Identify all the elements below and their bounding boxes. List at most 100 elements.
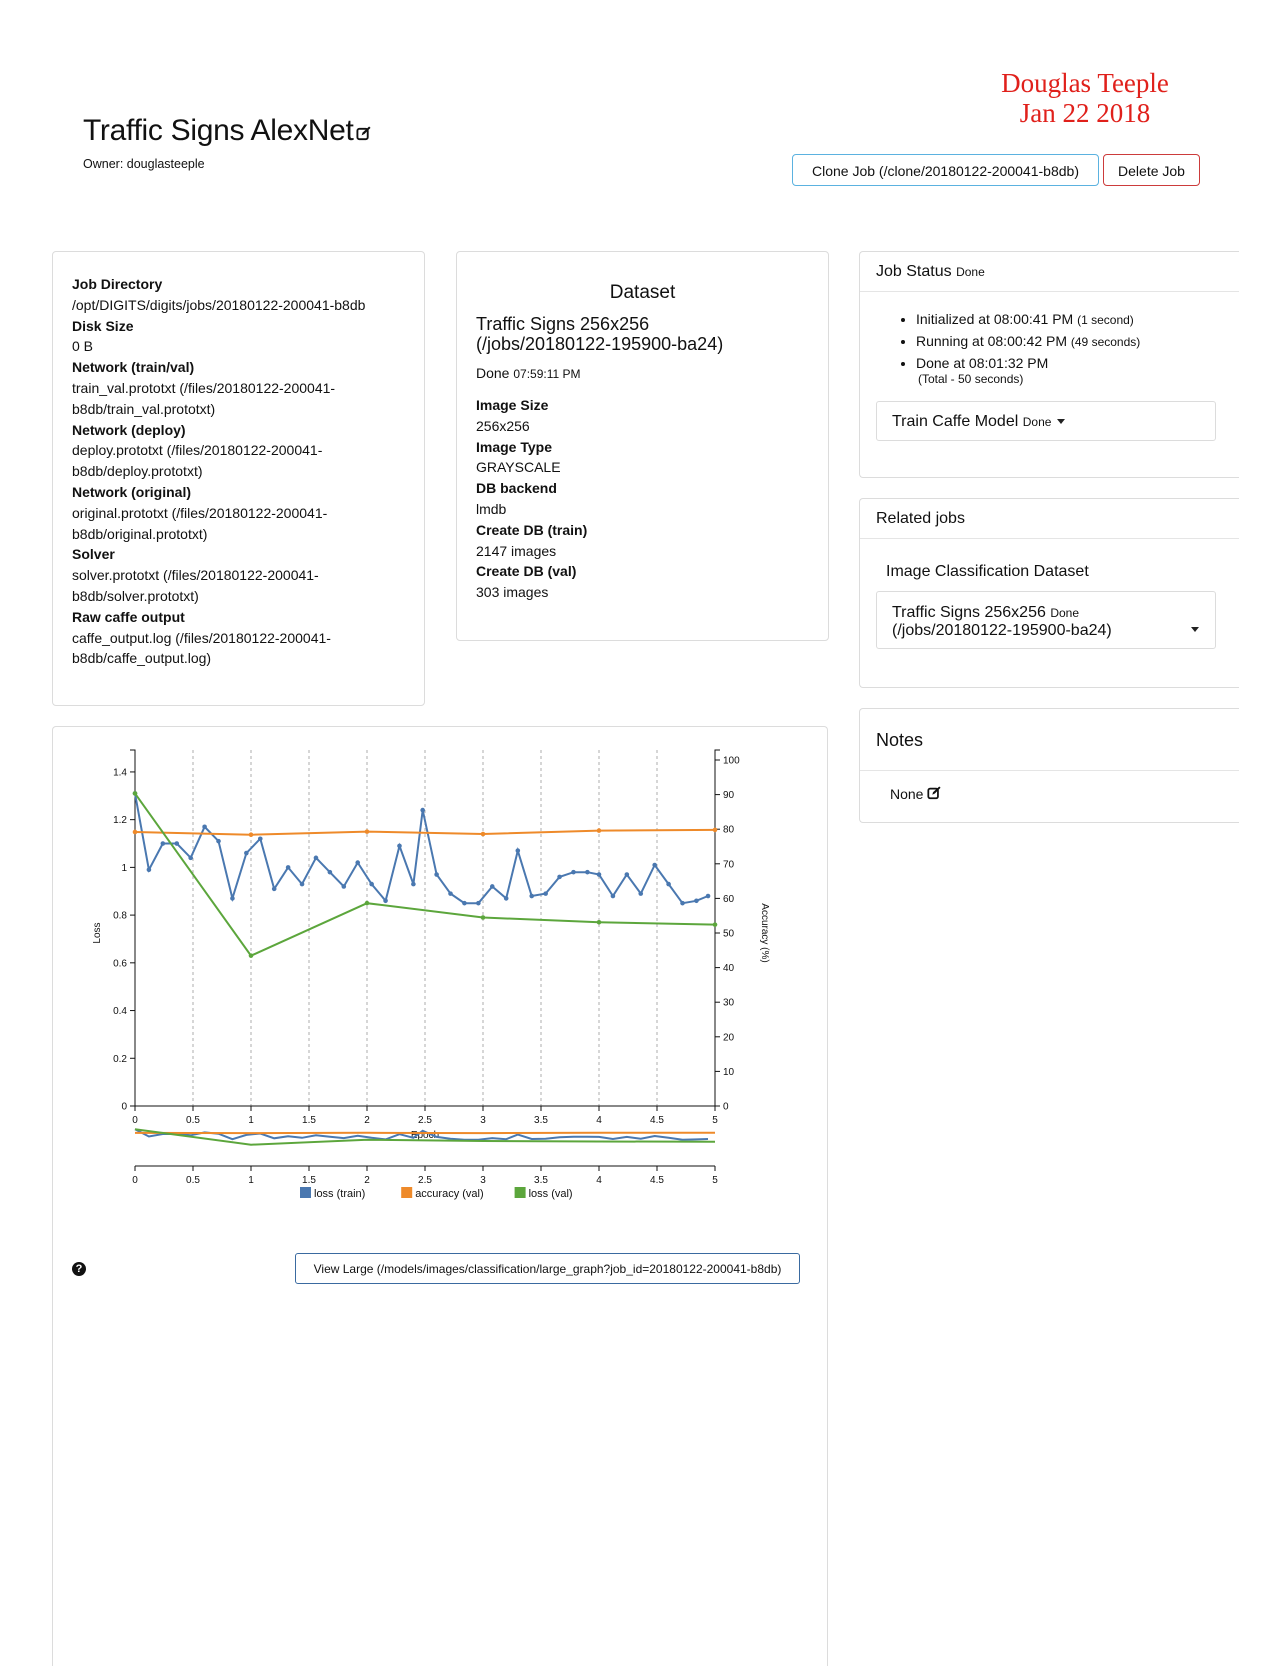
data-point-loss-train bbox=[557, 875, 562, 880]
related-jobs-title: Related jobs bbox=[860, 499, 1239, 539]
overview-x-tick-label: 2 bbox=[364, 1175, 370, 1186]
edit-icon[interactable] bbox=[356, 126, 371, 141]
job-info-list: Job Directory /opt/DIGITS/digits/jobs/20… bbox=[72, 274, 412, 669]
data-point-loss-train bbox=[680, 901, 685, 906]
job-status-header: Job Status Done bbox=[860, 252, 1239, 292]
legend-swatch bbox=[401, 1187, 412, 1198]
y-tick-label: 1.2 bbox=[113, 815, 127, 826]
y2-axis bbox=[715, 750, 720, 1106]
y2-tick-label: 100 bbox=[723, 756, 740, 767]
y2-tick-label: 70 bbox=[723, 859, 735, 870]
data-point-loss-val bbox=[713, 922, 718, 927]
caret-down-icon bbox=[1057, 419, 1065, 424]
job-directory-value: /opt/DIGITS/digits/jobs/20180122-200041-… bbox=[72, 295, 412, 316]
data-point-loss-train bbox=[397, 844, 402, 849]
dataset-link[interactable]: Traffic Signs 256x256 (/jobs/20180122-19… bbox=[476, 314, 816, 354]
image-type-value: GRAYSCALE bbox=[476, 457, 816, 478]
data-point-loss-train bbox=[652, 863, 657, 868]
data-point-loss-val bbox=[365, 901, 370, 906]
data-point-loss-train bbox=[258, 836, 263, 841]
x-tick-label: 1 bbox=[248, 1115, 254, 1126]
notes-content: None bbox=[890, 786, 941, 802]
data-point-loss-train bbox=[244, 851, 249, 856]
x-tick-label: 5 bbox=[712, 1115, 718, 1126]
network-trainval-link[interactable]: train_val.prototxt (/files/20180122-2000… bbox=[72, 378, 412, 420]
network-deploy-link[interactable]: deploy.prototxt (/files/20180122-200041-… bbox=[72, 440, 412, 482]
data-point-loss-train bbox=[230, 896, 235, 901]
data-point-loss-train bbox=[666, 882, 671, 887]
raw-caffe-output-label: Raw caffe output bbox=[72, 607, 412, 628]
y2-tick-label: 10 bbox=[723, 1067, 735, 1078]
job-status-panel: Job Status Done Initialized at 08:00:41 … bbox=[859, 251, 1239, 478]
db-backend-value: lmdb bbox=[476, 499, 816, 520]
x-tick-label: 2.5 bbox=[418, 1115, 432, 1126]
x-tick-label: 0.5 bbox=[186, 1115, 200, 1126]
network-original-link[interactable]: original.prototxt (/files/20180122-20004… bbox=[72, 503, 412, 545]
dataset-status-time: 07:59:11 PM bbox=[513, 367, 580, 381]
data-point-loss-train bbox=[202, 825, 207, 830]
train-task-dropdown[interactable]: Train Caffe Model Done bbox=[876, 401, 1216, 441]
legend-swatch bbox=[300, 1187, 311, 1198]
disk-size-label: Disk Size bbox=[72, 316, 412, 337]
data-point-loss-train bbox=[706, 894, 711, 899]
data-point-loss-train bbox=[355, 860, 360, 865]
data-point-loss-val bbox=[597, 920, 602, 925]
legend-label: loss (train) bbox=[314, 1188, 365, 1200]
main-plot: 00.511.522.533.544.5500.20.40.60.811.21.… bbox=[92, 750, 770, 1141]
author-name: Douglas Teeple bbox=[985, 68, 1185, 98]
data-point-loss-train bbox=[504, 896, 509, 901]
caret-down-icon bbox=[1191, 627, 1199, 632]
data-point-loss-train bbox=[529, 894, 534, 899]
related-dataset-dropdown[interactable]: Traffic Signs 256x256 Done (/jobs/201801… bbox=[876, 591, 1216, 649]
data-point-loss-train bbox=[300, 882, 305, 887]
help-icon[interactable]: ? bbox=[72, 1262, 86, 1276]
y2-tick-label: 80 bbox=[723, 825, 735, 836]
notes-panel: Notes None bbox=[859, 708, 1239, 823]
notes-value: None bbox=[890, 786, 923, 802]
edit-icon[interactable] bbox=[927, 786, 941, 800]
y2-tick-label: 0 bbox=[723, 1102, 729, 1113]
x-tick-label: 3.5 bbox=[534, 1115, 548, 1126]
overview-x-tick-label: 5 bbox=[712, 1175, 718, 1186]
status-total-time: (Total - 50 seconds) bbox=[918, 372, 1023, 386]
overview-x-tick-label: 4 bbox=[596, 1175, 602, 1186]
data-point-loss-train bbox=[638, 891, 643, 896]
y-tick-label: 0 bbox=[121, 1102, 127, 1113]
data-point-accuracy-val bbox=[365, 829, 370, 834]
overview-x-tick-label: 3 bbox=[480, 1175, 486, 1186]
train-task-name: Train Caffe Model bbox=[892, 413, 1018, 430]
x-tick-label: 1.5 bbox=[302, 1115, 316, 1126]
chart-legend: loss (train)accuracy (val)loss (val) bbox=[300, 1187, 573, 1200]
overview-x-tick-label: 1.5 bbox=[302, 1175, 316, 1186]
y-tick-label: 0.6 bbox=[113, 958, 127, 969]
data-point-loss-train bbox=[383, 898, 388, 903]
overview-x-tick-label: 2.5 bbox=[418, 1175, 432, 1186]
owner-label: Owner: douglasteeple bbox=[83, 157, 205, 171]
data-point-accuracy-val bbox=[133, 830, 138, 835]
dataset-status: Done 07:59:11 PM bbox=[476, 365, 581, 381]
training-chart[interactable]: 00.511.522.533.544.5500.20.40.60.811.21.… bbox=[52, 726, 852, 1246]
data-point-loss-train bbox=[597, 872, 602, 877]
db-backend-label: DB backend bbox=[476, 478, 816, 499]
solver-link[interactable]: solver.prototxt (/files/20180122-200041-… bbox=[72, 565, 412, 607]
data-point-loss-train bbox=[174, 841, 179, 846]
x-tick-label: 4.5 bbox=[650, 1115, 664, 1126]
raw-caffe-output-link[interactable]: caffe_output.log (/files/20180122-200041… bbox=[72, 628, 412, 670]
job-status-events: Initialized at 08:00:41 PM (1 second) Ru… bbox=[898, 309, 1140, 373]
job-status-state: Done bbox=[956, 265, 985, 279]
job-status-title: Job Status bbox=[876, 263, 952, 280]
legend-label: accuracy (val) bbox=[415, 1188, 483, 1200]
data-point-loss-train bbox=[625, 872, 630, 877]
image-size-label: Image Size bbox=[476, 395, 816, 416]
y-tick-label: 1 bbox=[121, 863, 127, 874]
delete-job-button[interactable]: Delete Job bbox=[1103, 154, 1200, 186]
disk-size-value: 0 B bbox=[72, 336, 412, 357]
view-large-graph-button[interactable]: View Large (/models/images/classificatio… bbox=[295, 1253, 800, 1284]
y2-tick-label: 20 bbox=[723, 1032, 735, 1043]
data-point-loss-train bbox=[516, 848, 521, 853]
data-point-loss-train bbox=[420, 808, 425, 813]
clone-job-button[interactable]: Clone Job (/clone/20180122-200041-b8db) bbox=[792, 154, 1099, 186]
create-db-val-value: 303 images bbox=[476, 582, 816, 603]
data-point-loss-train bbox=[216, 839, 221, 844]
data-point-loss-train bbox=[543, 891, 548, 896]
